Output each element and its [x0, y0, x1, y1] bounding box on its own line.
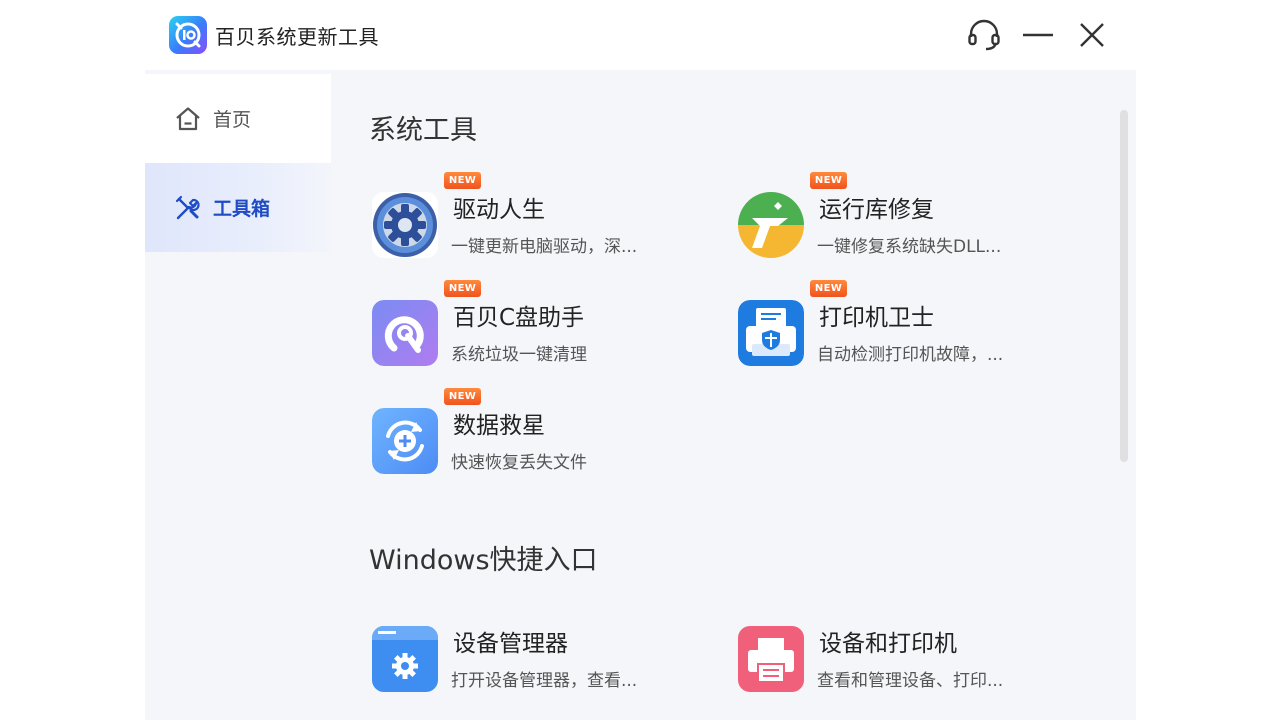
app-title: 百贝系统更新工具 [215, 25, 379, 49]
close-icon [1080, 23, 1104, 47]
tool-name: 设备管理器 [453, 631, 568, 657]
section-title-windows-shortcuts: Windows快捷入口 [369, 545, 598, 576]
main-content: 系统工具 NEW 驱动人生 一键更新电脑驱动，深... NEW 运行库修复 一键… [331, 70, 1136, 720]
new-badge: NEW [810, 280, 847, 297]
minimize-button[interactable] [1019, 16, 1057, 54]
tool-desc: 打开设备管理器，查看... [451, 671, 638, 691]
app-window: 百贝系统更新工具 首页 工具箱 系统工具 NEW 驱动人生 一键更新电脑驱动，深… [145, 0, 1136, 720]
title-bar: 百贝系统更新工具 [145, 0, 1136, 70]
tool-desc: 系统垃圾一键清理 [451, 345, 587, 365]
section-title-system-tools: 系统工具 [369, 115, 477, 146]
close-button[interactable] [1073, 16, 1111, 54]
tool-printer-guard[interactable]: NEW 打印机卫士 自动检测打印机故障，... [735, 280, 1065, 368]
shortcut-device-manager[interactable]: 设备管理器 打开设备管理器，查看... [369, 622, 699, 694]
sidebar-item-label: 首页 [213, 109, 252, 131]
new-badge: NEW [444, 172, 481, 189]
tool-runtime-repair[interactable]: NEW 运行库修复 一键修复系统缺失DLL... [735, 172, 1065, 260]
new-badge: NEW [444, 280, 481, 297]
tool-name: 百贝C盘助手 [453, 305, 585, 331]
data-recovery-icon [372, 408, 438, 474]
new-badge: NEW [810, 172, 847, 189]
minimize-icon [1023, 33, 1053, 37]
sidebar: 首页 工具箱 [145, 70, 331, 720]
home-icon [173, 104, 203, 134]
tool-desc: 查看和管理设备、打印... [817, 671, 1004, 691]
headset-icon [968, 19, 1000, 51]
tool-driver-life[interactable]: NEW 驱动人生 一键更新电脑驱动，深... [369, 172, 699, 260]
tool-desc: 快速恢复丢失文件 [451, 453, 587, 473]
tool-name: 打印机卫士 [819, 305, 934, 331]
tool-name: 运行库修复 [819, 197, 934, 223]
tools-icon [173, 193, 203, 223]
tool-desc: 一键修复系统缺失DLL... [817, 237, 1002, 257]
printer-shield-icon [738, 300, 804, 366]
tool-name: 数据救星 [453, 413, 545, 439]
tool-desc: 自动检测打印机故障，... [817, 345, 1004, 365]
content-scrollbar[interactable] [1120, 110, 1128, 462]
tool-desc: 一键更新电脑驱动，深... [451, 237, 638, 257]
device-manager-icon [372, 626, 438, 692]
tool-name: 驱动人生 [453, 197, 545, 223]
tool-data-rescue[interactable]: NEW 数据救星 快速恢复丢失文件 [369, 388, 699, 476]
shortcut-devices-and-printers[interactable]: 设备和打印机 查看和管理设备、打印... [735, 622, 1065, 694]
support-button[interactable] [965, 16, 1003, 54]
driver-gear-icon [372, 192, 438, 258]
sidebar-item-toolbox[interactable]: 工具箱 [145, 163, 331, 252]
sidebar-item-label: 工具箱 [213, 198, 271, 220]
app-logo-icon [169, 16, 207, 54]
tool-c-drive-helper[interactable]: NEW 百贝C盘助手 系统垃圾一键清理 [369, 280, 699, 368]
runtime-repair-icon [738, 192, 804, 258]
tool-name: 设备和打印机 [819, 631, 957, 657]
c-drive-cleaner-icon [372, 300, 438, 366]
sidebar-item-home[interactable]: 首页 [145, 74, 331, 163]
printer-icon [738, 626, 804, 692]
new-badge: NEW [444, 388, 481, 405]
